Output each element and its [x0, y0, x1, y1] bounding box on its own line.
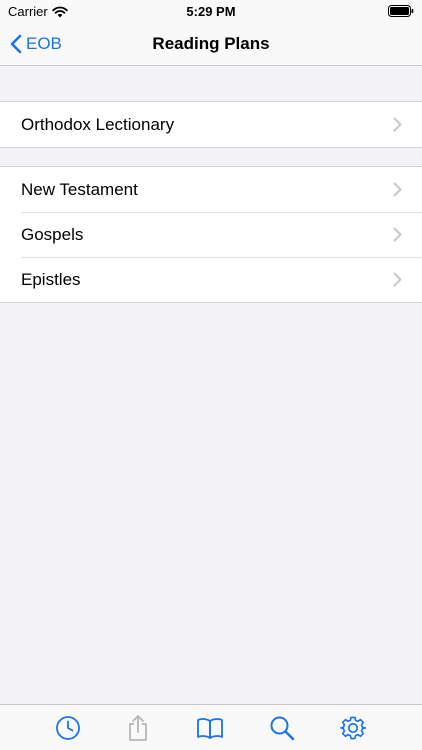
search-icon [270, 716, 295, 741]
gear-icon [340, 716, 366, 740]
battery-icon [388, 5, 414, 20]
chevron-right-icon [393, 182, 402, 197]
book-icon [197, 718, 223, 739]
list-item-epistles[interactable]: Epistles [0, 257, 422, 302]
tab-share[interactable] [124, 714, 152, 742]
tab-search[interactable] [268, 714, 296, 742]
status-bar: Carrier 5:29 PM [0, 0, 422, 22]
plans-group-lectionary: Orthodox Lectionary [0, 101, 422, 148]
status-time: 5:29 PM [186, 4, 236, 19]
tab-history[interactable] [54, 714, 82, 742]
list-item-label: Gospels [21, 224, 84, 244]
list-item-label: Orthodox Lectionary [21, 114, 175, 134]
list-item-gospels[interactable]: Gospels [0, 212, 422, 257]
clock-icon [56, 716, 80, 740]
list-item-label: Epistles [21, 269, 81, 289]
chevron-right-icon [393, 117, 402, 132]
plans-group-books: New Testament Gospels Epistles [0, 166, 422, 303]
list-item-new-testament[interactable]: New Testament [0, 167, 422, 212]
list-item-orthodox-lectionary[interactable]: Orthodox Lectionary [0, 102, 422, 147]
page-title: Reading Plans [152, 34, 270, 53]
tab-library[interactable] [196, 714, 224, 742]
navigation-bar: EOB Reading Plans [0, 22, 422, 66]
list-item-label: New Testament [21, 179, 138, 199]
chevron-right-icon [393, 272, 402, 287]
tab-bar [0, 704, 422, 750]
tab-settings[interactable] [339, 714, 367, 742]
share-icon [129, 715, 147, 741]
chevron-right-icon [393, 227, 402, 242]
